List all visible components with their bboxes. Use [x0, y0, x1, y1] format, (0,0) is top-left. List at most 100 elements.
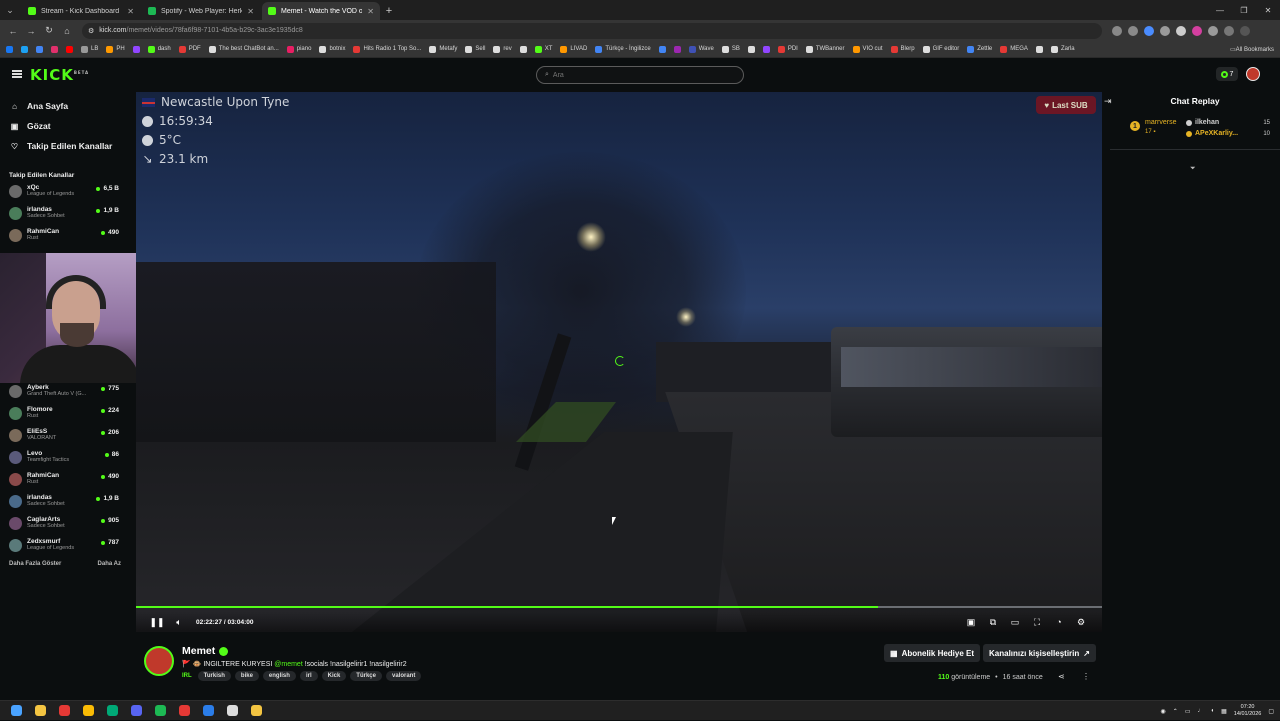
- channel-item[interactable]: Levo Teamfight Tactics 86: [0, 447, 130, 469]
- url-field[interactable]: ⚙ kick.com/memet/videos/78fa6f98-7101-4b…: [82, 22, 1102, 39]
- miniplayer-icon[interactable]: ▣: [964, 615, 978, 629]
- bookmark-item[interactable]: Zarla: [1050, 45, 1075, 53]
- bookmark-item[interactable]: [519, 45, 527, 53]
- new-tab-button[interactable]: +: [380, 2, 398, 20]
- maximize-icon[interactable]: ❐: [1232, 0, 1256, 20]
- profile-icon[interactable]: [1224, 25, 1234, 36]
- notifications-icon[interactable]: ▢: [1268, 708, 1274, 715]
- search-input[interactable]: [552, 71, 723, 79]
- channel-item[interactable]: Ayberk Grand Theft Auto V (G... 775: [0, 381, 130, 403]
- tab-close-icon[interactable]: ✕: [367, 7, 374, 16]
- streamer-avatar[interactable]: [144, 646, 174, 676]
- bookmark-item[interactable]: piano: [286, 45, 311, 53]
- app-green-ring-icon[interactable]: [100, 701, 124, 721]
- tag-pill[interactable]: bike: [234, 671, 259, 681]
- clock[interactable]: 07:20 14/01/2026: [1234, 704, 1262, 718]
- bookmark-item[interactable]: [132, 45, 140, 53]
- share-icon[interactable]: ⋖: [1058, 672, 1065, 681]
- browser-tab[interactable]: Spotify - Web Player: Herkes iç ✕: [142, 2, 260, 20]
- streamer-name[interactable]: Memet: [182, 645, 215, 657]
- home-browser-icon[interactable]: ⌂: [58, 22, 76, 40]
- bookmark-item[interactable]: Metafy: [429, 45, 457, 53]
- customize-channel-button[interactable]: Kanalınızı kişiselleştirin ↗: [983, 644, 1096, 662]
- gifter-row[interactable]: ilkehan 15: [1186, 119, 1270, 126]
- extension-icon[interactable]: [1144, 25, 1154, 36]
- reload-icon[interactable]: ↻: [40, 22, 58, 40]
- windows-start-icon[interactable]: [4, 701, 28, 721]
- volume-icon[interactable]: 🔈︎: [172, 615, 186, 629]
- extensions-puzzle-icon[interactable]: [1208, 25, 1218, 36]
- channel-item[interactable]: Flomore Rust 224: [0, 403, 130, 425]
- back-icon[interactable]: ←: [4, 22, 22, 40]
- extension-icon[interactable]: [1176, 25, 1186, 36]
- close-window-icon[interactable]: ✕: [1256, 0, 1280, 20]
- all-bookmarks-folder[interactable]: ▭ All Bookmarks: [1223, 41, 1274, 57]
- extension-icon[interactable]: [1160, 25, 1170, 36]
- bookmark-item[interactable]: [658, 45, 666, 53]
- bookmark-item[interactable]: LIVAD: [560, 45, 587, 53]
- app-yellow-icon[interactable]: [244, 701, 268, 721]
- file-explorer-icon[interactable]: [28, 701, 52, 721]
- bookmark-item[interactable]: GIF editor: [922, 45, 959, 53]
- tray-app-icon[interactable]: ◉: [1161, 708, 1166, 715]
- notification-badge[interactable]: 7: [1216, 67, 1238, 81]
- minimize-icon[interactable]: —: [1208, 0, 1232, 20]
- bookmark-item[interactable]: Hits Radio 1 Top So...: [353, 45, 421, 53]
- network-icon[interactable]: ▭: [1185, 708, 1191, 715]
- browser-tab[interactable]: Stream - Kick Dashboard ✕: [22, 2, 140, 20]
- bookmark-item[interactable]: [747, 45, 755, 53]
- bookmark-item[interactable]: TWBanner: [805, 45, 845, 53]
- bookmark-item[interactable]: Wave: [688, 45, 714, 53]
- tab-close-icon[interactable]: ✕: [247, 7, 254, 16]
- discord-icon[interactable]: [124, 701, 148, 721]
- extension-icon[interactable]: [1128, 25, 1138, 36]
- bookmark-item[interactable]: PDI: [777, 45, 798, 53]
- forward-icon[interactable]: →: [22, 22, 40, 40]
- bookmark-item[interactable]: [1035, 45, 1043, 53]
- tag-pill[interactable]: valorant: [385, 671, 422, 681]
- bookmark-item[interactable]: PDF: [178, 45, 201, 53]
- channel-item[interactable]: xQc League of Legends 6,5 B: [0, 181, 130, 203]
- bookmark-item[interactable]: XT: [534, 45, 552, 53]
- app-white-icon[interactable]: [220, 701, 244, 721]
- kick-logo[interactable]: KICKBETA: [30, 66, 89, 84]
- stream-title-mention[interactable]: @memet: [274, 661, 303, 668]
- speed-icon[interactable]: ◔: [1052, 615, 1066, 629]
- gift-sub-button[interactable]: ▦ Abonelik Hediye Et: [884, 644, 981, 662]
- bookmark-item[interactable]: [673, 45, 681, 53]
- bookmark-item[interactable]: LB: [81, 45, 98, 53]
- tray-chevron-icon[interactable]: ⌃: [1173, 708, 1178, 715]
- pause-icon[interactable]: ❚❚: [149, 615, 164, 629]
- bookmark-item[interactable]: botnix: [319, 45, 345, 53]
- bookmark-item[interactable]: Blerp: [890, 45, 915, 53]
- spotify-icon[interactable]: [148, 701, 172, 721]
- bookmark-item[interactable]: SB: [721, 45, 740, 53]
- expand-chevron-icon[interactable]: ⏷: [1190, 165, 1196, 173]
- top-gifter-name[interactable]: marrverse: [1145, 119, 1177, 126]
- site-info-icon[interactable]: ⚙: [88, 27, 94, 35]
- bookmark-item[interactable]: VIO cut: [852, 45, 883, 53]
- bookmark-item[interactable]: [66, 45, 73, 53]
- tag-pill[interactable]: Kick: [321, 671, 347, 681]
- bookmark-item[interactable]: [51, 45, 58, 53]
- chrome-icon[interactable]: [76, 701, 100, 721]
- video-player[interactable]: Newcastle Upon Tyne 16:59:34 5°C ↘ 23.1 k…: [136, 92, 1102, 632]
- speaker-icon[interactable]: ◖: [1211, 708, 1215, 714]
- bookmark-item[interactable]: Türkçe - İngilizce: [595, 45, 651, 53]
- channel-item[interactable]: RahmiCan Rust 490: [0, 469, 130, 491]
- settings-gear-icon[interactable]: ⚙: [1074, 615, 1088, 629]
- tab-search-icon[interactable]: ⌄: [0, 0, 20, 20]
- gifter-row[interactable]: APeXKarliy... 10: [1186, 130, 1270, 137]
- channel-item[interactable]: Zedxsmurf League of Legends 787: [0, 535, 130, 557]
- channel-item[interactable]: irlandas Sadece Sohbet 1,9 B: [0, 203, 130, 225]
- bookmark-item[interactable]: MEGA: [1000, 45, 1028, 53]
- tab-close-icon[interactable]: ✕: [127, 7, 134, 16]
- bookmark-item[interactable]: Sell: [465, 45, 485, 53]
- bookmark-item[interactable]: dash: [147, 45, 171, 53]
- bookmark-item[interactable]: [21, 45, 28, 53]
- fullscreen-icon[interactable]: ⛶: [1030, 615, 1044, 629]
- clip-icon[interactable]: ⧉: [986, 615, 1000, 629]
- user-avatar[interactable]: [1246, 67, 1260, 81]
- bookmark-item[interactable]: rev: [493, 45, 512, 53]
- sidebar-nav-item[interactable]: ▣ Gözat: [0, 116, 130, 136]
